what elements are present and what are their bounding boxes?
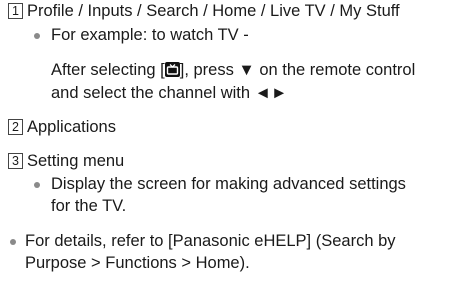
tv-icon: [164, 62, 180, 77]
instruction-page: { "section1": { "number": "1", "title": …: [0, 0, 470, 285]
section-3-heading: 3 Setting menu: [8, 151, 124, 171]
note-line-2: Purpose > Functions > Home).: [25, 254, 250, 272]
section-1-heading: 1 Profile / Inputs / Search / Home / Live…: [8, 1, 400, 21]
instruction-line: After selecting [ ], press ▼ on the remot…: [51, 60, 415, 80]
example-text: For example: to watch TV -: [51, 26, 249, 44]
setting-description-line-1: Display the screen for making advanced s…: [51, 175, 406, 193]
instruction-prefix: After selecting [: [51, 61, 165, 79]
section-title: Applications: [27, 118, 116, 136]
section-number-badge: 1: [8, 3, 23, 19]
instruction-line-2: and select the channel with ◄►: [51, 84, 288, 102]
section-title: Profile / Inputs / Search / Home / Live …: [27, 2, 400, 20]
bullet-dot: [34, 182, 40, 188]
note-line-1: For details, refer to [Panasonic eHELP] …: [25, 232, 396, 250]
section-number-badge: 3: [8, 153, 23, 169]
section-title: Setting menu: [27, 152, 125, 170]
bullet-dot: [34, 33, 40, 39]
section-number-badge: 2: [8, 119, 23, 135]
bullet-dot: [10, 239, 16, 245]
setting-description-line-2: for the TV.: [51, 197, 127, 215]
section-2-heading: 2 Applications: [8, 117, 116, 137]
instruction-middle: ], press ▼ on the remote control: [179, 61, 416, 79]
